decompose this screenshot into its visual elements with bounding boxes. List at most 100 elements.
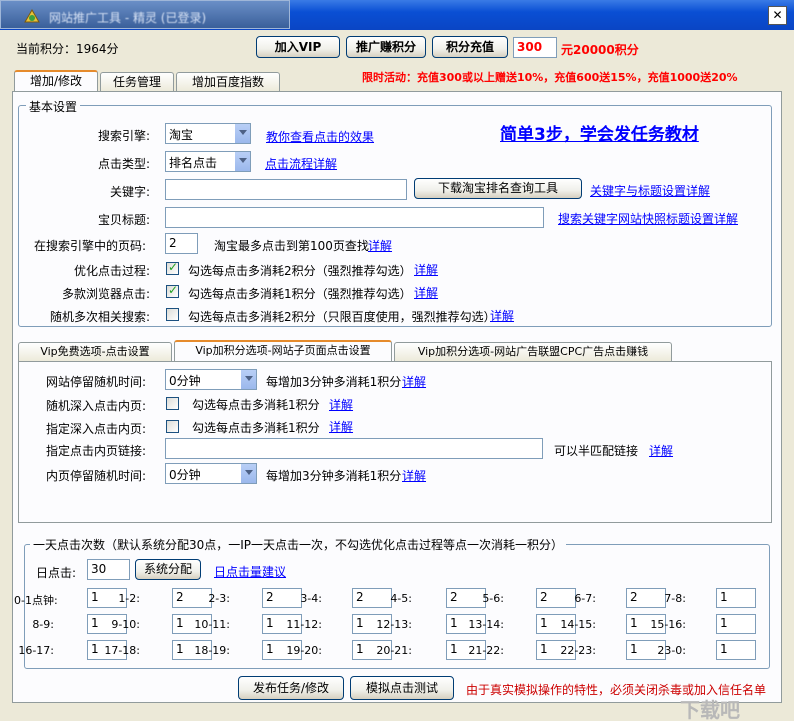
fixed-link-input[interactable] (165, 438, 543, 459)
hour-label: 15-16: (650, 618, 686, 631)
hour-label: 18-19: (194, 644, 230, 657)
optimize-text: 勾选每点击多消耗2积分（强烈推荐勾选） (188, 264, 412, 278)
engine-select[interactable]: 淘宝 (165, 123, 251, 144)
title-frame: 网站推广工具 - 精灵 (已登录) (0, 0, 290, 29)
random-search-label: 随机多次相关搜索: (50, 310, 151, 324)
page-hint: 淘宝最多点击到第100页查找 (214, 239, 369, 253)
chevron-down-icon (234, 152, 250, 171)
close-button[interactable]: ✕ (768, 6, 787, 25)
fixed-link-label: 指定点击内页链接: (46, 444, 147, 458)
hour-label: 20-21: (376, 644, 412, 657)
keyword-help-link[interactable]: 关键字与标题设置详解 (590, 182, 710, 199)
app-window: 网站推广工具 - 精灵 (已登录) ✕ 当前积分：1964分 加入VIP 推广赚… (0, 0, 794, 722)
engine-help-link[interactable]: 教你查看点击的效果 (266, 128, 374, 145)
engine-select-value: 淘宝 (169, 128, 194, 142)
random-search-checkbox[interactable] (166, 308, 179, 321)
hour-label: 8-9: (32, 618, 54, 631)
hour-label: 7-8: (664, 592, 686, 605)
optimize-checkbox[interactable] (166, 260, 179, 275)
tab-vip-cpc[interactable]: Vip加积分选项-网站广告联盟CPC广告点击赚钱 (394, 342, 672, 362)
random-deep-help-link[interactable]: 详解 (329, 396, 353, 413)
tab-vip-free[interactable]: Vip免费选项-点击设置 (18, 342, 172, 362)
points-label: 当前积分：1964分 (16, 42, 119, 56)
promo-text: 限时活动：充值300或以上赠送10%，充值600送15%，充值1000送20% (362, 71, 738, 84)
hour-label: 5-6: (482, 592, 504, 605)
stay-select[interactable]: 0分钟 (165, 369, 257, 390)
daily-clicks-title: 一天点击次数（默认系统分配30点，一IP一天点击一次，不勾选优化点击过程等点一次… (30, 536, 567, 553)
fixed-link-help-link[interactable]: 详解 (649, 442, 673, 459)
promote-points-button[interactable]: 推广赚积分 (346, 36, 426, 58)
inner-stay-label: 内页停留随机时间: (46, 469, 147, 483)
chevron-down-icon (240, 464, 256, 483)
hour-label: 0-1点钟: (14, 594, 58, 607)
keyword-label: 关键字: (110, 185, 151, 199)
fixed-deep-label: 指定深入点击内页: (46, 422, 147, 436)
tutorial-link[interactable]: 简单3步，学会发任务教材 (500, 120, 699, 145)
recharge-amount-input[interactable]: 300 (513, 37, 557, 58)
hour-label: 12-13: (376, 618, 412, 631)
hour-label: 21-22: (468, 644, 504, 657)
click-type-select-value: 排名点击 (169, 156, 218, 170)
tab-add-edit[interactable]: 增加/修改 (14, 70, 98, 92)
hour-input[interactable]: 1 (716, 614, 756, 634)
close-icon: ✕ (772, 8, 783, 22)
random-deep-checkbox[interactable] (166, 397, 179, 410)
join-vip-button[interactable]: 加入VIP (256, 36, 340, 58)
hour-input[interactable]: 1 (716, 640, 756, 660)
publish-button[interactable]: 发布任务/修改 (238, 676, 344, 700)
hour-label: 16-17: (18, 644, 54, 657)
download-tool-button[interactable]: 下载淘宝排名查询工具 (414, 178, 582, 199)
inner-stay-select[interactable]: 0分钟 (165, 463, 257, 484)
hour-label: 23-0: (657, 644, 686, 657)
hour-input[interactable]: 1 (716, 588, 756, 608)
stay-select-value: 0分钟 (169, 374, 201, 388)
fixed-deep-checkbox[interactable] (166, 420, 179, 433)
stay-label: 网站停留随机时间: (46, 375, 147, 389)
random-search-help-link[interactable]: 详解 (490, 307, 514, 324)
daily-input[interactable]: 30 (87, 559, 130, 580)
tab-task-management[interactable]: 任务管理 (100, 72, 174, 92)
multi-browser-checkbox[interactable] (166, 283, 179, 298)
daily-label: 日点击: (36, 566, 77, 580)
advice-link[interactable]: 日点击量建议 (214, 563, 286, 580)
fixed-link-hint: 可以半匹配链接 (554, 444, 639, 458)
app-icon (24, 9, 40, 23)
hour-label: 10-11: (194, 618, 230, 631)
recharge-result: 元20000积分 (561, 43, 639, 57)
optimize-label: 优化点击过程: (74, 264, 151, 278)
click-type-label: 点击类型: (98, 157, 151, 171)
hour-label: 11-12: (286, 618, 322, 631)
page-label: 在搜索引擎中的页码: (34, 239, 147, 253)
click-type-help-link[interactable]: 点击流程详解 (265, 155, 337, 172)
hour-label: 1-2: (118, 592, 140, 605)
watermark-logo: 下载吧 (680, 698, 740, 722)
stay-help-link[interactable]: 详解 (402, 373, 426, 390)
item-title-label: 宝贝标题: (98, 213, 151, 227)
recharge-points-button[interactable]: 积分充值 (432, 36, 508, 58)
item-title-help-link[interactable]: 搜索关键字网站快照标题设置详解 (558, 210, 738, 227)
inner-stay-help-link[interactable]: 详解 (402, 467, 426, 484)
random-deep-text: 勾选每点击多消耗1积分 (192, 398, 320, 412)
hour-label: 3-4: (300, 592, 322, 605)
tab-baidu-index[interactable]: 增加百度指数 (176, 72, 280, 92)
engine-label: 搜索引擎: (98, 129, 151, 143)
basic-settings-title: 基本设置 (26, 98, 81, 115)
keyword-input[interactable] (165, 179, 407, 200)
page-help-link[interactable]: 详解 (368, 237, 392, 254)
optimize-help-link[interactable]: 详解 (414, 261, 438, 278)
fixed-deep-help-link[interactable]: 详解 (329, 418, 353, 435)
click-type-select[interactable]: 排名点击 (165, 151, 251, 172)
tab-vip-subpage[interactable]: Vip加积分选项-网站子页面点击设置 (174, 340, 392, 362)
inner-stay-select-value: 0分钟 (169, 468, 201, 482)
simulate-button[interactable]: 模拟点击测试 (350, 676, 454, 700)
chevron-down-icon (240, 370, 256, 389)
hour-label: 14-15: (560, 618, 596, 631)
stay-hint: 每增加3分钟多消耗1积分 (266, 375, 402, 389)
random-deep-label: 随机深入点击内页: (46, 399, 147, 413)
chevron-down-icon (234, 124, 250, 143)
hour-label: 13-14: (468, 618, 504, 631)
multi-browser-help-link[interactable]: 详解 (414, 284, 438, 301)
page-input[interactable]: 2 (165, 233, 198, 254)
item-title-input[interactable] (165, 207, 544, 228)
auto-assign-button[interactable]: 系统分配 (135, 559, 201, 580)
